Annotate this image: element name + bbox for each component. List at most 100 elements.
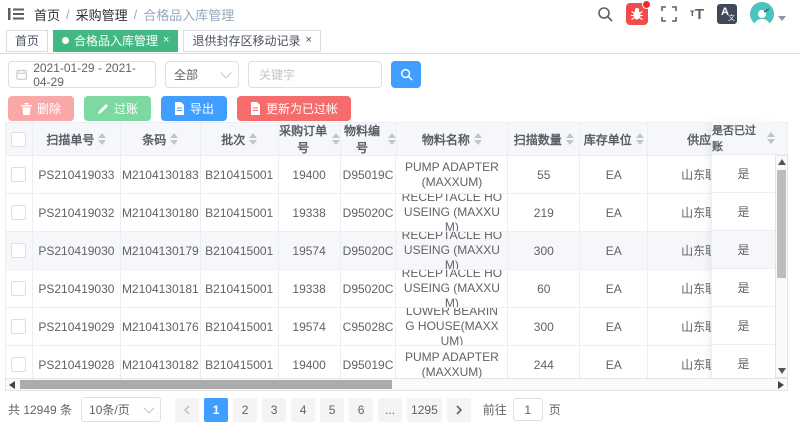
goto-page-input[interactable] [513,398,543,421]
page-button-4[interactable]: 4 [291,398,315,422]
row-checkbox[interactable] [11,205,26,220]
cell-posted: 是 [712,269,775,307]
tab-label: 合格品入库管理 [74,32,158,49]
sort-icon[interactable] [474,133,482,145]
select-all-checkbox[interactable] [11,132,26,147]
search-button[interactable] [391,61,421,88]
sort-icon[interactable] [388,133,396,145]
table-row[interactable]: PS210419033M2104130183B21041500119400D95… [6,156,775,194]
total-count: 共 12949 条 [8,401,72,418]
sort-icon[interactable] [636,133,644,145]
date-range-picker[interactable]: 2021-01-29 - 2021-04-29 [8,61,156,88]
table-row[interactable]: PS210419029M2104130176B21041500119574C95… [6,308,775,346]
cell-material-code: D95020C [341,232,397,270]
cell-unit: EA [580,194,648,232]
column-header-scan-no[interactable]: 扫描单号 [33,123,121,156]
column-header-unit[interactable]: 库存单位 [580,123,648,156]
page-button-6[interactable]: 6 [349,398,373,422]
sidebar-toggle-icon[interactable] [8,7,24,21]
horizontal-scroll-thumb[interactable] [20,380,392,389]
tab-return-sealed-records[interactable]: 退供封存区移动记录 × [183,30,320,52]
column-header-material-code[interactable]: 物料编号 [341,123,397,156]
sort-icon[interactable] [767,132,775,144]
chevron-left-icon [183,405,191,415]
keyword-input[interactable] [257,67,373,83]
table-row[interactable]: PS210419032M2104130180B21041500119338D95… [6,194,775,232]
sort-icon[interactable] [566,133,574,145]
column-header-posted[interactable]: 是否已过账 [712,122,775,155]
goto-label: 前往 [483,401,507,418]
language-sub-glyph: 文 [728,13,735,23]
cell-scan-no: PS210419030 [33,270,121,308]
column-label: 库存单位 [584,131,632,148]
page-button-2[interactable]: 2 [233,398,257,422]
page-button-5[interactable]: 5 [320,398,344,422]
row-checkbox[interactable] [11,281,26,296]
row-checkbox-cell [6,270,33,308]
page-ellipsis[interactable]: ... [378,398,402,422]
cell-material-code: D95020C [341,194,397,232]
scroll-down-icon[interactable] [778,368,786,374]
table-row[interactable]: PS210419030M2104130181B21041500119338D95… [6,270,775,308]
cell-po-no: 19400 [279,156,341,194]
tab-qualified-inbound[interactable]: 合格品入库管理 × [53,30,178,52]
scroll-up-icon[interactable] [778,159,786,165]
export-button[interactable]: 导出 [161,96,227,121]
page-button-3[interactable]: 3 [262,398,286,422]
header-checkbox-cell [6,123,33,156]
row-checkbox[interactable] [11,243,26,258]
column-header-batch[interactable]: 批次 [201,123,279,156]
delete-button[interactable]: 删除 [8,96,74,121]
close-icon[interactable]: × [305,35,311,46]
font-size-large-glyph: T [695,7,704,22]
breadcrumb-current: 合格品入库管理 [143,5,234,24]
row-checkbox-cell [6,156,33,194]
prev-page-button[interactable] [175,398,199,422]
page-button-1[interactable]: 1 [204,398,228,422]
table-row[interactable]: PS210419030M2104130179B21041500119574D95… [6,232,775,270]
type-select-value: 全部 [174,66,198,83]
column-header-barcode[interactable]: 条码 [121,123,201,156]
breadcrumb-purchase[interactable]: 采购管理 [76,5,128,24]
vertical-scrollbar[interactable] [775,155,788,378]
next-page-button[interactable] [447,398,471,422]
sort-icon[interactable] [249,133,257,145]
tab-home[interactable]: 首页 [6,30,48,52]
search-icon[interactable] [597,6,613,22]
tab-label: 首页 [15,32,39,49]
page-size-select[interactable]: 10条/页 [81,397,161,422]
page-button-1295[interactable]: 1295 [407,398,442,422]
bug-report-icon[interactable] [626,3,648,25]
trash-icon [21,103,32,115]
language-icon[interactable]: A 文 [717,4,737,24]
breadcrumb-home[interactable]: 首页 [34,5,60,24]
type-select[interactable]: 全部 [165,61,239,88]
sort-icon[interactable] [98,133,106,145]
row-checkbox[interactable] [11,167,26,182]
table-row[interactable]: PS210419028M2104130182B21041500119400D95… [6,346,775,379]
cell-scan-qty: 55 [508,156,580,194]
cell-po-no: 19338 [279,194,341,232]
column-header-scan-qty[interactable]: 扫描数量 [508,123,580,156]
chevron-down-icon [220,67,231,78]
font-size-icon[interactable]: тT [690,7,704,22]
column-header-material-name[interactable]: 物料名称 [397,123,509,156]
vertical-scroll-thumb[interactable] [777,170,786,278]
close-icon[interactable]: × [163,35,169,46]
sort-icon[interactable] [170,133,178,145]
scroll-right-icon[interactable] [778,381,784,389]
row-checkbox[interactable] [11,357,26,372]
row-checkbox[interactable] [11,319,26,334]
cell-scan-no: PS210419032 [33,194,121,232]
filter-row: 2021-01-29 - 2021-04-29 全部 [8,61,800,88]
scroll-left-icon[interactable] [9,381,15,389]
avatar[interactable] [750,2,774,26]
sort-icon[interactable] [332,133,340,145]
user-menu[interactable] [750,2,786,26]
cell-batch: B210415001 [201,308,279,346]
horizontal-scrollbar[interactable] [5,378,788,391]
post-button[interactable]: 过账 [84,96,151,121]
fullscreen-icon[interactable] [661,6,677,22]
update-posted-button[interactable]: 更新为已过帐 [237,96,351,121]
column-header-po-no[interactable]: 采购订单号 [279,123,341,156]
